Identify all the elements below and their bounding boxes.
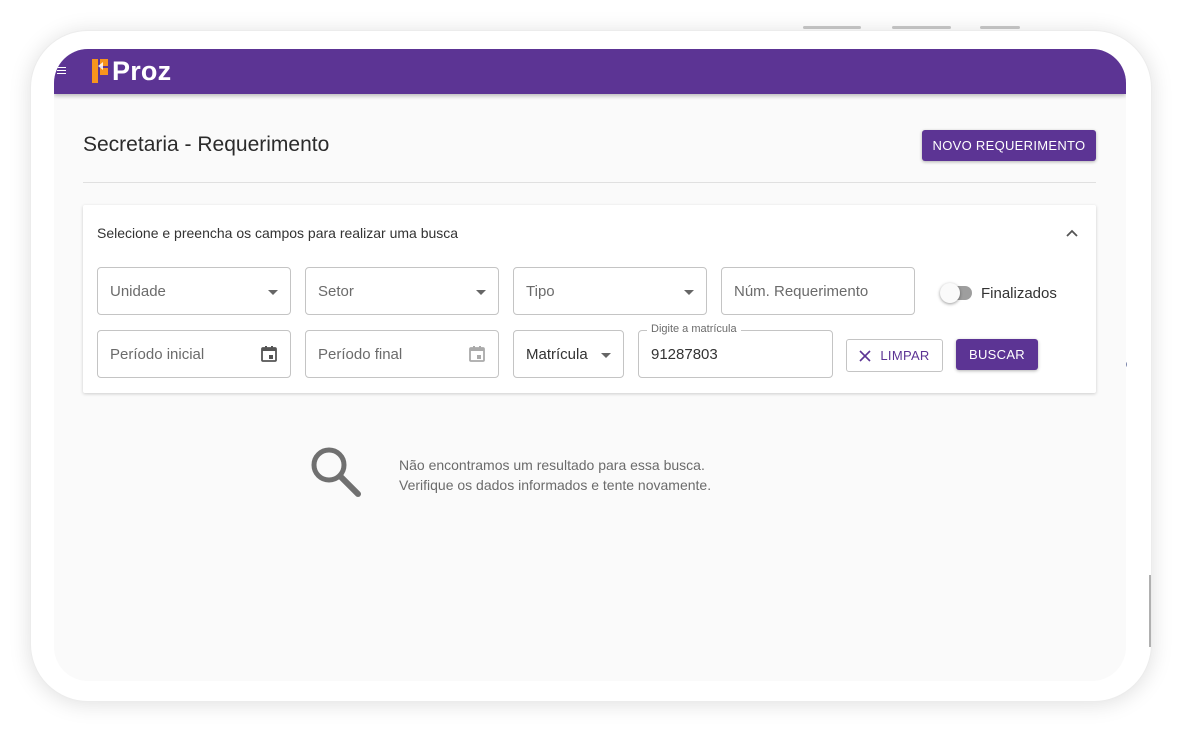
- logo-text: Proz: [112, 55, 172, 86]
- page-title: Secretaria - Requerimento: [83, 133, 330, 156]
- tipo-placeholder: Tipo: [526, 283, 555, 300]
- tipo-select[interactable]: Tipo: [513, 267, 707, 315]
- matricula-type-value: Matrícula: [526, 346, 588, 363]
- device-top-line-3: [980, 26, 1020, 29]
- periodo-final-placeholder: Período final: [318, 346, 403, 363]
- search-icon: [308, 444, 364, 500]
- new-request-button[interactable]: NOVO REQUERIMENTO: [922, 130, 1096, 161]
- chevron-down-icon: [268, 290, 278, 295]
- search-button[interactable]: BUSCAR: [956, 339, 1038, 370]
- num-requerimento-input[interactable]: Núm. Requerimento: [721, 267, 915, 315]
- calendar-icon[interactable]: [260, 345, 278, 363]
- periodo-inicial-placeholder: Período inicial: [110, 346, 205, 363]
- app-bar: Proz: [54, 49, 1126, 94]
- toggle-thumb: [940, 283, 960, 303]
- num-requerimento-placeholder: Núm. Requerimento: [734, 283, 869, 300]
- empty-state-message: Não encontramos um resultado para essa b…: [399, 455, 711, 495]
- clear-button[interactable]: LIMPAR: [846, 339, 943, 372]
- menu-icon[interactable]: [57, 67, 66, 75]
- new-request-button-label: NOVO REQUERIMENTO: [932, 138, 1086, 153]
- periodo-inicial-input[interactable]: Período inicial: [97, 330, 291, 378]
- search-button-label: BUSCAR: [969, 347, 1025, 362]
- close-icon: [859, 349, 871, 362]
- unidade-select[interactable]: Unidade: [97, 267, 291, 315]
- search-panel: Selecione e preencha os campos para real…: [83, 205, 1096, 393]
- finalizados-toggle[interactable]: [940, 283, 974, 303]
- logo-mark-icon: [91, 58, 109, 84]
- matricula-input[interactable]: Digite a matrícula 91287803: [638, 323, 833, 378]
- title-divider: [83, 182, 1096, 183]
- setor-placeholder: Setor: [318, 283, 354, 300]
- calendar-icon[interactable]: [468, 345, 486, 363]
- logo[interactable]: Proz: [91, 56, 171, 86]
- periodo-final-input[interactable]: Período final: [305, 330, 499, 378]
- clear-button-label: LIMPAR: [880, 348, 930, 363]
- matricula-input-label: Digite a matrícula: [647, 323, 741, 335]
- unidade-placeholder: Unidade: [110, 283, 166, 300]
- chevron-down-icon: [684, 290, 694, 295]
- finalizados-label: Finalizados: [981, 285, 1057, 302]
- chevron-up-icon[interactable]: [1062, 223, 1082, 243]
- app-screen: Proz Secretaria - Requerimento NOVO REQU…: [54, 49, 1126, 681]
- matricula-type-select[interactable]: Matrícula: [513, 330, 624, 378]
- setor-select[interactable]: Setor: [305, 267, 499, 315]
- search-panel-hint: Selecione e preencha os campos para real…: [97, 225, 459, 241]
- device-top-line-1: [803, 26, 861, 29]
- empty-state-line-2: Verifique os dados informados e tente no…: [399, 477, 712, 493]
- empty-state-line-1: Não encontramos um resultado para essa b…: [399, 457, 705, 473]
- chevron-down-icon: [601, 353, 611, 358]
- matricula-input-value: 91287803: [651, 346, 718, 363]
- device-top-line-2: [892, 26, 951, 29]
- chevron-down-icon: [476, 290, 486, 295]
- device-side-bar: [1149, 575, 1151, 647]
